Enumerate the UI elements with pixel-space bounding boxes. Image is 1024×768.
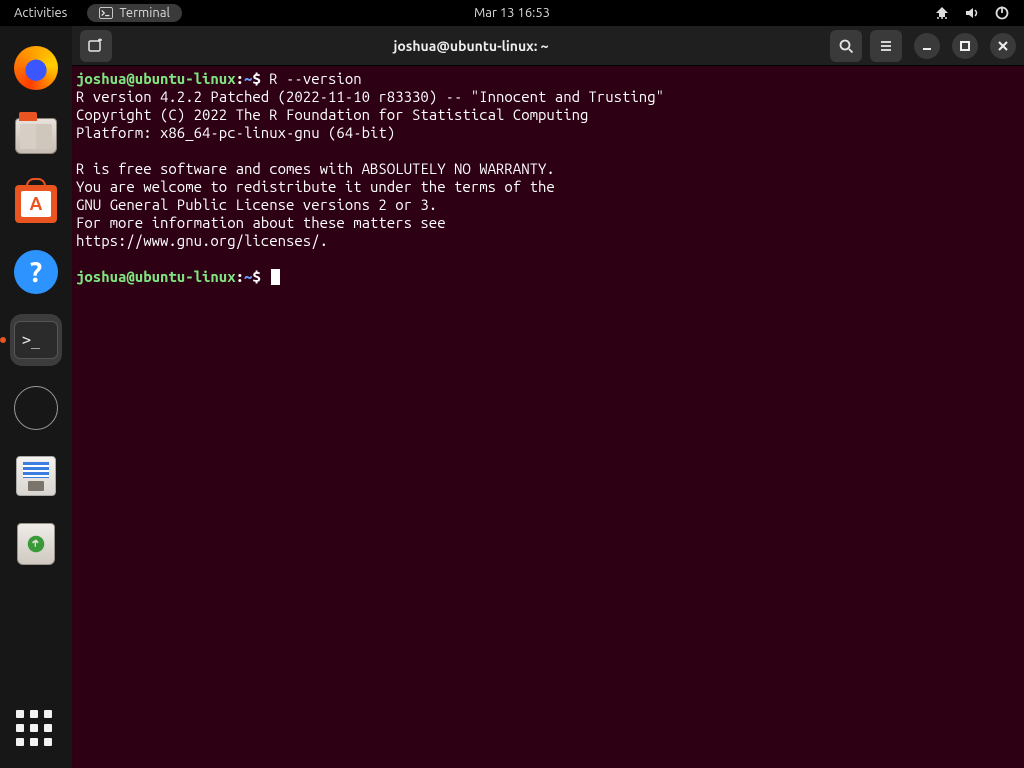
current-app-label: Terminal (119, 6, 170, 20)
files-icon (15, 118, 57, 154)
volume-icon (964, 5, 980, 21)
command-output: R version 4.2.2 Patched (2022-11-10 r833… (76, 88, 664, 249)
command-text: R --version (269, 70, 361, 87)
prompt-user: joshua@ubuntu-linux (76, 70, 236, 87)
current-app-pill[interactable]: Terminal (87, 4, 182, 22)
prompt-sep: : (236, 70, 244, 87)
dock-item-screenshot[interactable] (10, 450, 62, 502)
terminal-window: joshua@ubuntu-linux: ~ joshua@ubuntu-lin… (72, 26, 1024, 768)
cursor (271, 269, 280, 285)
trash-icon (17, 523, 55, 565)
window-title: joshua@ubuntu-linux: ~ (120, 38, 822, 54)
search-button[interactable] (830, 30, 862, 62)
clock[interactable]: Mar 13 16:53 (474, 6, 550, 20)
activities-button[interactable]: Activities (0, 6, 81, 20)
terminal-icon (99, 7, 113, 19)
new-tab-button[interactable] (80, 30, 112, 62)
prompt-user: joshua@ubuntu-linux (76, 268, 236, 285)
network-icon (934, 5, 950, 21)
help-icon: ? (14, 250, 58, 294)
dock-item-terminal[interactable]: >_ (10, 314, 62, 366)
dock-item-firefox[interactable] (10, 42, 62, 94)
dock-item-disk[interactable] (10, 382, 62, 434)
show-applications-button[interactable] (16, 710, 56, 750)
prompt-dollar: $ (252, 268, 269, 285)
minimize-button[interactable] (914, 33, 940, 59)
dock: ? >_ (0, 26, 72, 768)
prompt-sep: : (236, 268, 244, 285)
firefox-icon (14, 46, 58, 90)
terminal-body[interactable]: joshua@ubuntu-linux:~$ R --version R ver… (72, 66, 1024, 768)
close-button[interactable] (990, 33, 1016, 59)
dock-item-help[interactable]: ? (10, 246, 62, 298)
desktop: joshua@ubuntu-linux: ~ joshua@ubuntu-lin… (72, 26, 1024, 768)
disk-icon (14, 386, 58, 430)
titlebar: joshua@ubuntu-linux: ~ (72, 26, 1024, 66)
system-tray[interactable] (934, 5, 1024, 21)
dock-item-trash[interactable] (10, 518, 62, 570)
prompt-dollar: $ (252, 70, 269, 87)
hamburger-menu-button[interactable] (870, 30, 902, 62)
screenshot-icon (16, 456, 56, 496)
power-icon (994, 5, 1010, 21)
top-panel: Activities Terminal Mar 13 16:53 (0, 0, 1024, 26)
maximize-button[interactable] (952, 33, 978, 59)
terminal-app-icon: >_ (14, 321, 58, 359)
software-icon (15, 185, 57, 223)
dock-item-software[interactable] (10, 178, 62, 230)
dock-item-files[interactable] (10, 110, 62, 162)
